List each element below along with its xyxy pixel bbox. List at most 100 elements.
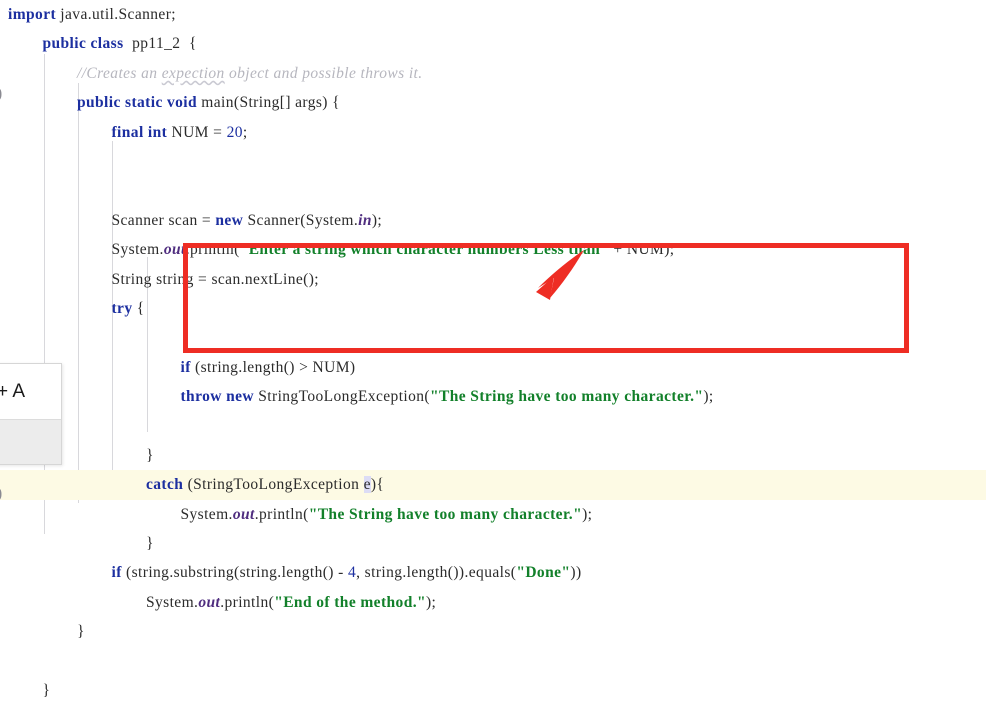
code-token: { bbox=[132, 299, 145, 317]
line-if-length[interactable]: if (string.length() > NUM) bbox=[0, 353, 986, 382]
line-close-try[interactable]: } bbox=[0, 441, 986, 470]
code-token: try bbox=[111, 299, 133, 317]
edge-glyph-1: ) bbox=[0, 85, 2, 103]
code-line-text: catch (StringTooLongException e){ bbox=[8, 470, 384, 499]
code-content[interactable]: import java.util.Scanner; public class pp… bbox=[0, 0, 986, 705]
line-prompt-println[interactable]: System.out.println("Enter a string which… bbox=[0, 235, 986, 264]
code-token: ); bbox=[582, 505, 593, 523]
code-token: "The String have too many character." bbox=[429, 388, 704, 406]
code-token: System. bbox=[180, 505, 233, 523]
code-token: (string.length() > NUM) bbox=[190, 358, 356, 376]
code-token: main(String[] args) { bbox=[197, 94, 340, 112]
shortcut-popup-secondary: ] bbox=[0, 419, 61, 464]
code-token: "End of the method." bbox=[274, 593, 426, 611]
code-line-text: if (string.substring(string.length() - 4… bbox=[8, 558, 582, 587]
code-line-text: final int NUM = 20; bbox=[8, 118, 248, 147]
code-line-text: } bbox=[8, 676, 50, 705]
code-line-text: public static void main(String[] args) { bbox=[8, 88, 340, 117]
code-token: "The String have too many character." bbox=[308, 505, 583, 523]
code-line-text: } bbox=[8, 617, 85, 646]
code-token: if bbox=[180, 358, 191, 376]
line-blank-1[interactable] bbox=[0, 147, 986, 176]
line-import[interactable]: import java.util.Scanner; bbox=[0, 0, 986, 29]
code-token: StringTooLongException( bbox=[254, 388, 430, 406]
line-catch[interactable]: catch (StringTooLongException e){ bbox=[0, 470, 986, 500]
code-line-text: System.out.println("The String have too … bbox=[8, 500, 592, 529]
code-token: final int bbox=[111, 123, 168, 141]
code-token: ){ bbox=[370, 476, 385, 494]
code-token: //Creates an bbox=[77, 64, 162, 82]
line-blank-5[interactable] bbox=[0, 647, 986, 676]
line-try[interactable]: try { bbox=[0, 294, 986, 323]
line-main-decl[interactable]: public static void main(String[] args) { bbox=[0, 88, 986, 117]
code-token: public class bbox=[42, 35, 124, 53]
code-token: System. bbox=[111, 241, 164, 259]
code-token: (StringTooLongException bbox=[183, 476, 364, 494]
code-token: catch bbox=[146, 476, 184, 494]
code-token: (string.substring(string.length() - bbox=[121, 564, 348, 582]
code-token: import bbox=[8, 6, 57, 23]
line-comment[interactable]: //Creates an expection object and possib… bbox=[0, 59, 986, 88]
line-scanner[interactable]: Scanner scan = new Scanner(System.in); bbox=[0, 206, 986, 235]
line-blank-4[interactable] bbox=[0, 411, 986, 440]
code-line-text: Scanner scan = new Scanner(System.in); bbox=[8, 206, 382, 235]
line-read-string[interactable]: String string = scan.nextLine(); bbox=[0, 265, 986, 294]
code-token: 20 bbox=[226, 123, 243, 141]
line-catch-println[interactable]: System.out.println("The String have too … bbox=[0, 500, 986, 529]
code-token: new bbox=[215, 211, 244, 229]
code-line-text: System.out.println("End of the method.")… bbox=[8, 588, 436, 617]
code-token: , string.length()).equals( bbox=[356, 564, 517, 582]
code-token: "Enter a string which character numbers … bbox=[239, 241, 610, 259]
code-token: ; bbox=[242, 123, 248, 141]
code-token: object and possible throws it. bbox=[224, 64, 423, 82]
code-token: } bbox=[42, 681, 51, 699]
code-line-text: //Creates an expection object and possib… bbox=[8, 59, 423, 88]
line-blank-2[interactable] bbox=[0, 176, 986, 205]
code-token: out bbox=[232, 505, 255, 523]
line-throw[interactable]: throw new StringTooLongException("The St… bbox=[0, 382, 986, 411]
code-token: out bbox=[163, 241, 186, 259]
edge-glyph-3: ) bbox=[0, 485, 2, 503]
code-line-text: throw new StringTooLongException("The St… bbox=[8, 382, 714, 411]
code-token: if bbox=[111, 564, 122, 582]
code-token: java.util.Scanner; bbox=[56, 6, 176, 23]
code-line-text: import java.util.Scanner; bbox=[8, 0, 176, 29]
code-token: + NUM); bbox=[609, 241, 675, 259]
code-token: System. bbox=[146, 593, 199, 611]
code-token: "Done" bbox=[516, 564, 571, 582]
code-token: String string = scan.nextLine(); bbox=[111, 270, 320, 288]
code-token: 4 bbox=[347, 564, 357, 582]
code-line-text: String string = scan.nextLine(); bbox=[8, 265, 319, 294]
code-editor[interactable]: import java.util.Scanner; public class pp… bbox=[0, 0, 986, 699]
code-token: out bbox=[198, 593, 221, 611]
code-token: .println( bbox=[254, 505, 309, 523]
line-close-class[interactable]: } bbox=[0, 676, 986, 705]
code-token: ); bbox=[703, 388, 714, 406]
code-token: } bbox=[77, 623, 85, 641]
code-token: .println( bbox=[220, 593, 275, 611]
line-if-done[interactable]: if (string.substring(string.length() - 4… bbox=[0, 558, 986, 587]
code-line-text: } bbox=[8, 529, 154, 558]
code-token: Scanner(System. bbox=[243, 211, 359, 229]
line-close-main[interactable]: } bbox=[0, 617, 986, 646]
line-class-decl[interactable]: public class pp11_2 { bbox=[0, 29, 986, 58]
keyboard-shortcut-popup[interactable]: + A ] bbox=[0, 363, 62, 465]
line-final-num[interactable]: final int NUM = 20; bbox=[0, 118, 986, 147]
code-line-text: System.out.println("Enter a string which… bbox=[8, 235, 675, 264]
code-token: NUM = bbox=[167, 123, 227, 141]
code-token: )) bbox=[570, 564, 582, 582]
code-line-text: public class pp11_2 { bbox=[8, 29, 197, 58]
code-token: in bbox=[358, 211, 372, 229]
code-token: ); bbox=[371, 211, 383, 229]
code-line-text: try { bbox=[8, 294, 145, 323]
code-token: } bbox=[146, 535, 154, 553]
code-token: throw new bbox=[180, 388, 254, 406]
code-token: e bbox=[363, 476, 371, 494]
code-token: } bbox=[146, 446, 154, 464]
code-token: pp11_2 { bbox=[123, 35, 197, 53]
line-blank-3[interactable] bbox=[0, 323, 986, 352]
line-close-catch[interactable]: } bbox=[0, 529, 986, 558]
line-end-println[interactable]: System.out.println("End of the method.")… bbox=[0, 588, 986, 617]
code-token: ); bbox=[426, 593, 437, 611]
code-token: expection bbox=[161, 64, 225, 82]
